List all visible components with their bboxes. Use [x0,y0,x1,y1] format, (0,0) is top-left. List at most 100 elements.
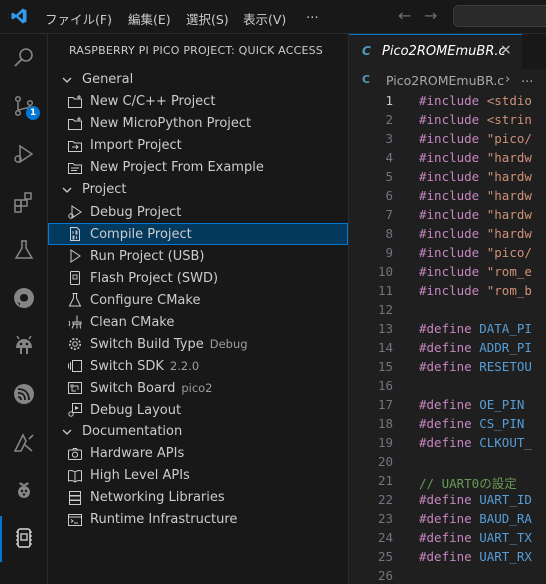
item-new-micropython-project[interactable]: New MicroPython Project [48,113,348,135]
code-keyword: #define [419,492,472,507]
run-icon [67,248,83,264]
c-file-icon: C [362,44,371,58]
line-number: 7 [385,207,393,222]
code-line: #define UART_TX [419,530,532,545]
menu-view[interactable]: 表示(V) [243,9,286,28]
section-documentation[interactable]: Documentation [48,421,348,443]
code-token: "pico/ [479,245,532,260]
close-icon[interactable]: × [500,42,512,58]
line-number: 26 [377,568,393,583]
search-icon[interactable] [12,46,36,70]
item-configure-cmake[interactable]: Configure CMake [48,289,348,311]
item-label: Clean CMake [90,315,175,330]
line-number: 16 [377,378,393,393]
code-token: DATA_PI [471,321,532,336]
example-folder-icon [67,160,83,176]
code-keyword: #define [419,321,472,336]
code-keyword: #include [419,131,480,146]
item-run-project-usb[interactable]: Run Project (USB) [48,245,348,267]
activity-bar: 1 [0,34,48,584]
item-networking-libraries[interactable]: Networking Libraries [48,487,348,509]
item-switch-sdk[interactable]: Switch SDK 2.2.0 [48,355,348,377]
back-arrow-icon[interactable]: ← [398,6,411,25]
device-camera-icon [67,446,83,462]
side-bar: RASPBERRY PI PICO PROJECT: QUICK ACCESS … [48,34,349,584]
item-high-level-apis[interactable]: High Level APIs [48,465,348,487]
github-icon[interactable] [12,286,36,310]
code-line: // UART0の設定 [419,473,517,492]
item-label: Debug Layout [90,403,182,418]
item-import-project[interactable]: Import Project [48,135,348,157]
menu-edit[interactable]: 編集(E) [128,9,171,28]
book-icon [67,468,83,484]
line-number: 13 [377,321,393,336]
item-debug-layout[interactable]: Debug Layout [48,399,348,421]
vscode-logo-icon [10,7,28,25]
menu-selection[interactable]: 選択(S) [186,9,229,28]
code-token: CS_PIN [471,416,525,431]
android-icon[interactable] [12,334,36,358]
item-switch-build-type[interactable]: Switch Build Type Debug [48,333,348,355]
breadcrumb-file[interactable]: Pico2ROMEmuBR.c [386,73,504,88]
code-token: "hardw [479,226,532,241]
line-number: 25 [377,549,393,564]
code-keyword: #include [419,188,480,203]
item-flash-project-swd[interactable]: Flash Project (SWD) [48,267,348,289]
clear-all-icon [67,314,83,330]
item-new-c-cpp-project[interactable]: New C/C++ Project [48,91,348,113]
section-label: Documentation [82,424,183,439]
tab-pico2romemubr-c[interactable]: C Pico2ROMEmuBR.c × [349,34,522,69]
run-debug-icon[interactable] [12,142,36,166]
code-token: UART_RX [471,549,532,564]
testing-flask-icon[interactable] [12,238,36,262]
item-hardware-apis[interactable]: Hardware APIs [48,443,348,465]
item-label: Compile Project [90,227,192,242]
pico-board-icon[interactable] [12,526,36,550]
item-switch-board[interactable]: Switch Board pico2 [48,377,348,399]
section-general[interactable]: General [48,69,348,91]
code-line: #include "rom_e [419,264,532,279]
notification-badge: 1 [26,106,40,120]
code-line: #define UART_RX [419,549,532,564]
item-new-project-from-example[interactable]: New Project From Example [48,157,348,179]
forward-arrow-icon[interactable]: → [424,6,437,25]
line-number: 20 [377,454,393,469]
code-keyword: #define [419,530,472,545]
line-number: 6 [385,188,393,203]
extensions-icon[interactable] [12,190,36,214]
line-number: 11 [377,283,393,298]
menu-more[interactable]: ⋯ [306,9,319,24]
code-keyword: #include [419,226,480,241]
code-token: // UART0の設定 [419,476,517,491]
menu-file[interactable]: ファイル(F) [45,9,112,28]
code-keyword: #define [419,435,472,450]
code-line: #include "hardw [419,226,532,241]
item-runtime-infrastructure[interactable]: Runtime Infrastructure [48,509,348,531]
line-number: 12 [377,302,393,317]
code-keyword: #include [419,112,480,127]
espressif-icon[interactable] [12,382,36,406]
item-label: Runtime Infrastructure [90,512,238,527]
code-token: UART_ID [471,492,532,507]
item-label: Switch SDK 2.2.0 [90,359,200,374]
tab-label: Pico2ROMEmuBR.c [382,44,506,59]
breadcrumb-more[interactable]: ... [521,71,533,86]
code-token: CLKOUT_ [471,435,532,450]
item-compile-project[interactable]: Compile Project [48,223,348,245]
code-keyword: #define [419,511,472,526]
section-project[interactable]: Project [48,179,348,201]
item-clean-cmake[interactable]: Clean CMake [48,311,348,333]
editor-area: C Pico2ROMEmuBR.c × C Pico2ROMEmuBR.c › … [349,34,546,584]
raspberry-icon[interactable] [12,478,36,502]
item-debug-project[interactable]: Debug Project [48,201,348,223]
code-keyword: #define [419,397,472,412]
arduino-tools-icon[interactable] [12,430,36,454]
new-folder-icon [67,94,83,110]
debug-icon [67,204,83,220]
code-line: #define BAUD_RA [419,511,532,526]
build-type-value: Debug [209,337,248,351]
command-center-search[interactable] [453,5,546,27]
code-token: UART_TX [471,530,532,545]
code-line: #define RESETOU [419,359,532,374]
code-line: #include "hardw [419,150,532,165]
